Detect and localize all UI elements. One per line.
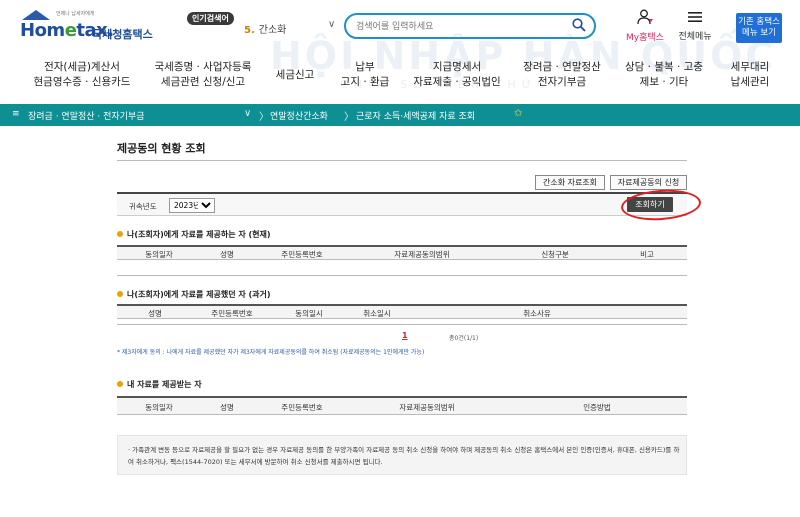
column-header: 자료제공동의범위 — [394, 250, 450, 259]
past-providers-note: * 제3자에게 동의 : 나에게 자료를 제공했던 자가 제3자에게 자료제공동… — [117, 349, 425, 356]
nav-line: 장려금 · 연말정산 — [523, 61, 601, 73]
column-header: 주민등록번호 — [281, 250, 323, 259]
bullet-icon — [117, 231, 123, 237]
breadcrumb-level1[interactable]: 장려금 · 연말정산 · 전자기부금 — [28, 109, 145, 122]
table-header-past: 성명 주민등록번호 동의일시 취소일시 취소사유 — [117, 304, 687, 319]
nav-line: 고지 · 환급 — [340, 76, 390, 88]
year-select[interactable]: 2023년 — [169, 198, 215, 213]
breadcrumb-level2[interactable]: 연말정산간소화 — [270, 109, 328, 122]
nav-line: 제보 · 기타 — [639, 76, 689, 88]
nav-line: 상담 · 불복 · 고충 — [625, 61, 703, 73]
table-header-current: 동의일자 성명 주민등록번호 자료제공동의범위 신청구분 비고 — [117, 245, 687, 260]
hamburger-icon — [688, 12, 702, 22]
nav-item-payment[interactable]: 납부고지 · 환급 — [334, 60, 396, 90]
column-header: 신청구분 — [541, 250, 569, 259]
my-hometax-label: My홈택스 — [626, 33, 664, 43]
column-header: 동의일시 — [295, 309, 323, 318]
nav-line: 세금관련 신청/신고 — [160, 76, 246, 88]
old-menu-line1: 기존 홈택스 — [738, 17, 780, 27]
column-header: 성명 — [148, 309, 162, 318]
table-bottom-line — [117, 324, 687, 325]
header: 언제나 납세자에게 Hometax. 국세청홈택스 인기검색어 5. 간소화 ∨ … — [0, 0, 800, 50]
column-header: 주민등록번호 — [281, 403, 323, 412]
my-hometax-button[interactable]: My홈택스 — [622, 9, 668, 43]
column-header: 취소일시 — [363, 309, 391, 318]
nav-line: 납세관리 — [730, 76, 770, 88]
nav-line: 지급명세서 — [432, 61, 482, 73]
column-header: 동의일자 — [145, 250, 173, 259]
column-header: 동의일자 — [145, 403, 173, 412]
breadcrumb: ≡ 장려금 · 연말정산 · 전자기부금 ∨ 〉 연말정산간소화 〉 근로자 소… — [0, 104, 800, 126]
chevron-right-icon: 〉 — [344, 112, 354, 123]
old-menu-line2: 메뉴 보기 — [742, 28, 776, 38]
nav-item-year-end[interactable]: 장려금 · 연말정산전자기부금 — [518, 60, 606, 90]
nav-item-payment-statement[interactable]: 지급명세서자료제출 · 공익법인 — [412, 60, 502, 90]
section-receivers-title: 내 자료를 제공받는 자 — [117, 379, 202, 390]
nav-line: 국세증명 · 사업자등록 — [154, 61, 252, 73]
nav-line: 세무대리 — [730, 61, 770, 73]
simplified-data-button[interactable]: 간소화 자료조회 — [535, 175, 605, 190]
column-header: 자료제공동의범위 — [399, 403, 455, 412]
main-nav: 전자(세금)계산서현금영수증 · 신용카드 국세증명 · 사업자등록세금관련 신… — [0, 60, 800, 100]
all-menu-button[interactable]: 전체메뉴 — [672, 9, 718, 42]
nav-item-tax-return[interactable]: 세금신고 — [270, 68, 320, 83]
section-past-providers-title: 나(조회자)에게 자료를 제공했던 자 (과거) — [117, 289, 271, 300]
logo-korean-name: 국세청홈택스 — [92, 28, 153, 41]
chevron-right-icon: 〉 — [259, 112, 269, 123]
popular-search-term[interactable]: 5. 간소화 — [244, 21, 286, 36]
table-header-receivers: 동의일자 성명 주민등록번호 자료제공동의범위 인증방법 — [117, 396, 687, 415]
page-title: 제공동의 현황 조회 — [117, 142, 206, 155]
section-title-text: 나(조회자)에게 자료를 제공했던 자 (과거) — [127, 290, 271, 299]
favorite-star-icon[interactable]: ✩ — [514, 108, 522, 119]
nav-line: 납부 — [355, 61, 375, 73]
column-header: 성명 — [220, 403, 234, 412]
nav-item-certificate[interactable]: 국세증명 · 사업자등록세금관련 신청/신고 — [148, 60, 258, 90]
filter-bar: 귀속년도 2023년 — [117, 192, 687, 216]
nav-line: 전자(세금)계산서 — [44, 61, 120, 73]
nav-line: 세금신고 — [275, 69, 315, 81]
info-text: · 가족관계 변동 등으로 자료제공을 할 필요가 없는 경우 자료제공 동의를… — [128, 446, 680, 466]
nav-item-e-invoice[interactable]: 전자(세금)계산서현금영수증 · 신용카드 — [32, 60, 132, 90]
all-menu-label: 전체메뉴 — [678, 32, 712, 42]
page-count: 총0건(1/1) — [449, 335, 479, 342]
old-hometax-menu-button[interactable]: 기존 홈택스 메뉴 보기 — [736, 13, 782, 43]
breadcrumb-level3[interactable]: 근로자 소득·세액공제 자료 조회 — [356, 109, 475, 122]
nav-item-tax-agent[interactable]: 세무대리납세관리 — [722, 60, 778, 90]
section-title-text: 나(조회자)에게 자료를 제공하는 자 (현재) — [127, 230, 271, 239]
column-header: 비고 — [640, 250, 654, 259]
column-header: 성명 — [220, 250, 234, 259]
column-header: 주민등록번호 — [211, 309, 253, 318]
nav-item-consulting[interactable]: 상담 · 불복 · 고충제보 · 기타 — [624, 60, 704, 90]
section-current-providers-title: 나(조회자)에게 자료를 제공하는 자 (현재) — [117, 229, 271, 240]
search-icon[interactable] — [572, 18, 586, 32]
nav-line: 전자기부금 — [537, 76, 587, 88]
bullet-icon — [117, 381, 123, 387]
nav-line: 자료제출 · 공익법인 — [413, 76, 501, 88]
breadcrumb-menu-icon[interactable]: ≡ — [12, 109, 20, 119]
popular-search-label: 인기검색어 — [187, 12, 234, 25]
column-header: 취소사유 — [523, 309, 551, 318]
year-label: 귀속년도 — [129, 202, 157, 211]
search-input[interactable] — [356, 19, 556, 34]
table-bottom-line — [117, 275, 687, 276]
chevron-down-icon[interactable]: ∨ — [244, 108, 251, 119]
title-divider — [117, 160, 687, 161]
logo-tagline: 언제나 납세자에게 — [56, 11, 95, 17]
consent-request-button[interactable]: 자료제공동의 신청 — [610, 175, 687, 190]
section-title-text: 내 자료를 제공받는 자 — [127, 380, 202, 389]
search-box — [344, 13, 596, 39]
user-icon — [637, 9, 653, 25]
bullet-icon — [117, 291, 123, 297]
page-number[interactable]: 1 — [402, 331, 408, 340]
column-header: 인증방법 — [583, 403, 611, 412]
info-box: · 가족관계 변동 등으로 자료제공을 할 필요가 없는 경우 자료제공 동의를… — [117, 435, 687, 475]
logo-roof-icon — [22, 10, 50, 20]
nav-line: 현금영수증 · 신용카드 — [33, 76, 131, 88]
chevron-down-icon[interactable]: ∨ — [328, 19, 335, 30]
